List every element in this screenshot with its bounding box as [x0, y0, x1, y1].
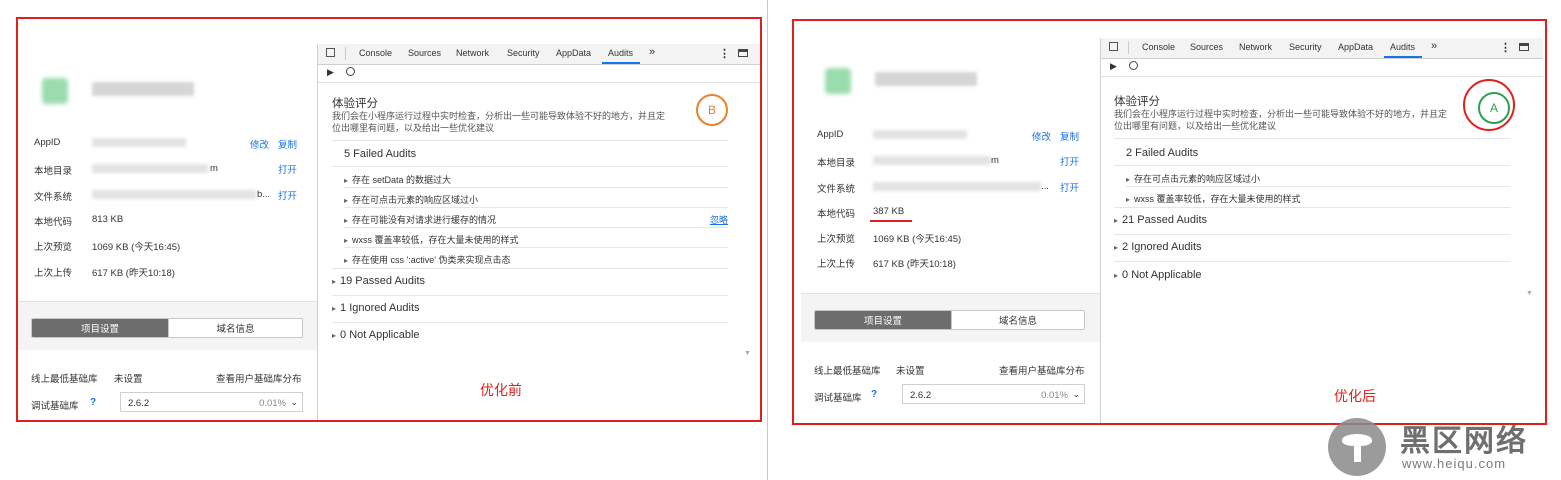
watermark-url: www.heiqu.com [1402, 456, 1507, 471]
center-divider [767, 0, 768, 480]
before-highlight-frame [16, 17, 762, 422]
watermark-brand: 黑区网络 [1400, 425, 1528, 458]
watermark: 黑区网络 www.heiqu.com [1328, 416, 1558, 478]
after-highlight-frame [792, 19, 1547, 425]
watermark-logo-icon [1328, 418, 1386, 476]
